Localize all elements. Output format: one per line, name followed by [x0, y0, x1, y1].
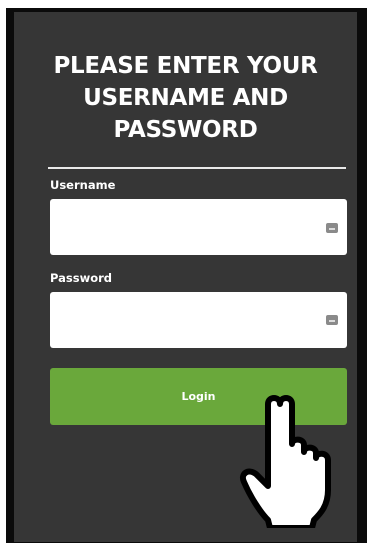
- divider: [48, 167, 346, 169]
- password-input[interactable]: [50, 292, 347, 348]
- username-label: Username: [50, 178, 116, 192]
- password-manager-icon[interactable]: [326, 315, 338, 325]
- username-input[interactable]: [50, 199, 347, 255]
- login-panel: PLEASE ENTER YOUR USERNAME AND PASSWORD …: [14, 12, 357, 542]
- password-manager-icon[interactable]: [326, 223, 338, 233]
- page-title: PLEASE ENTER YOUR USERNAME AND PASSWORD: [53, 53, 318, 143]
- hand-pointer-icon: [240, 395, 331, 528]
- password-label: Password: [50, 271, 112, 285]
